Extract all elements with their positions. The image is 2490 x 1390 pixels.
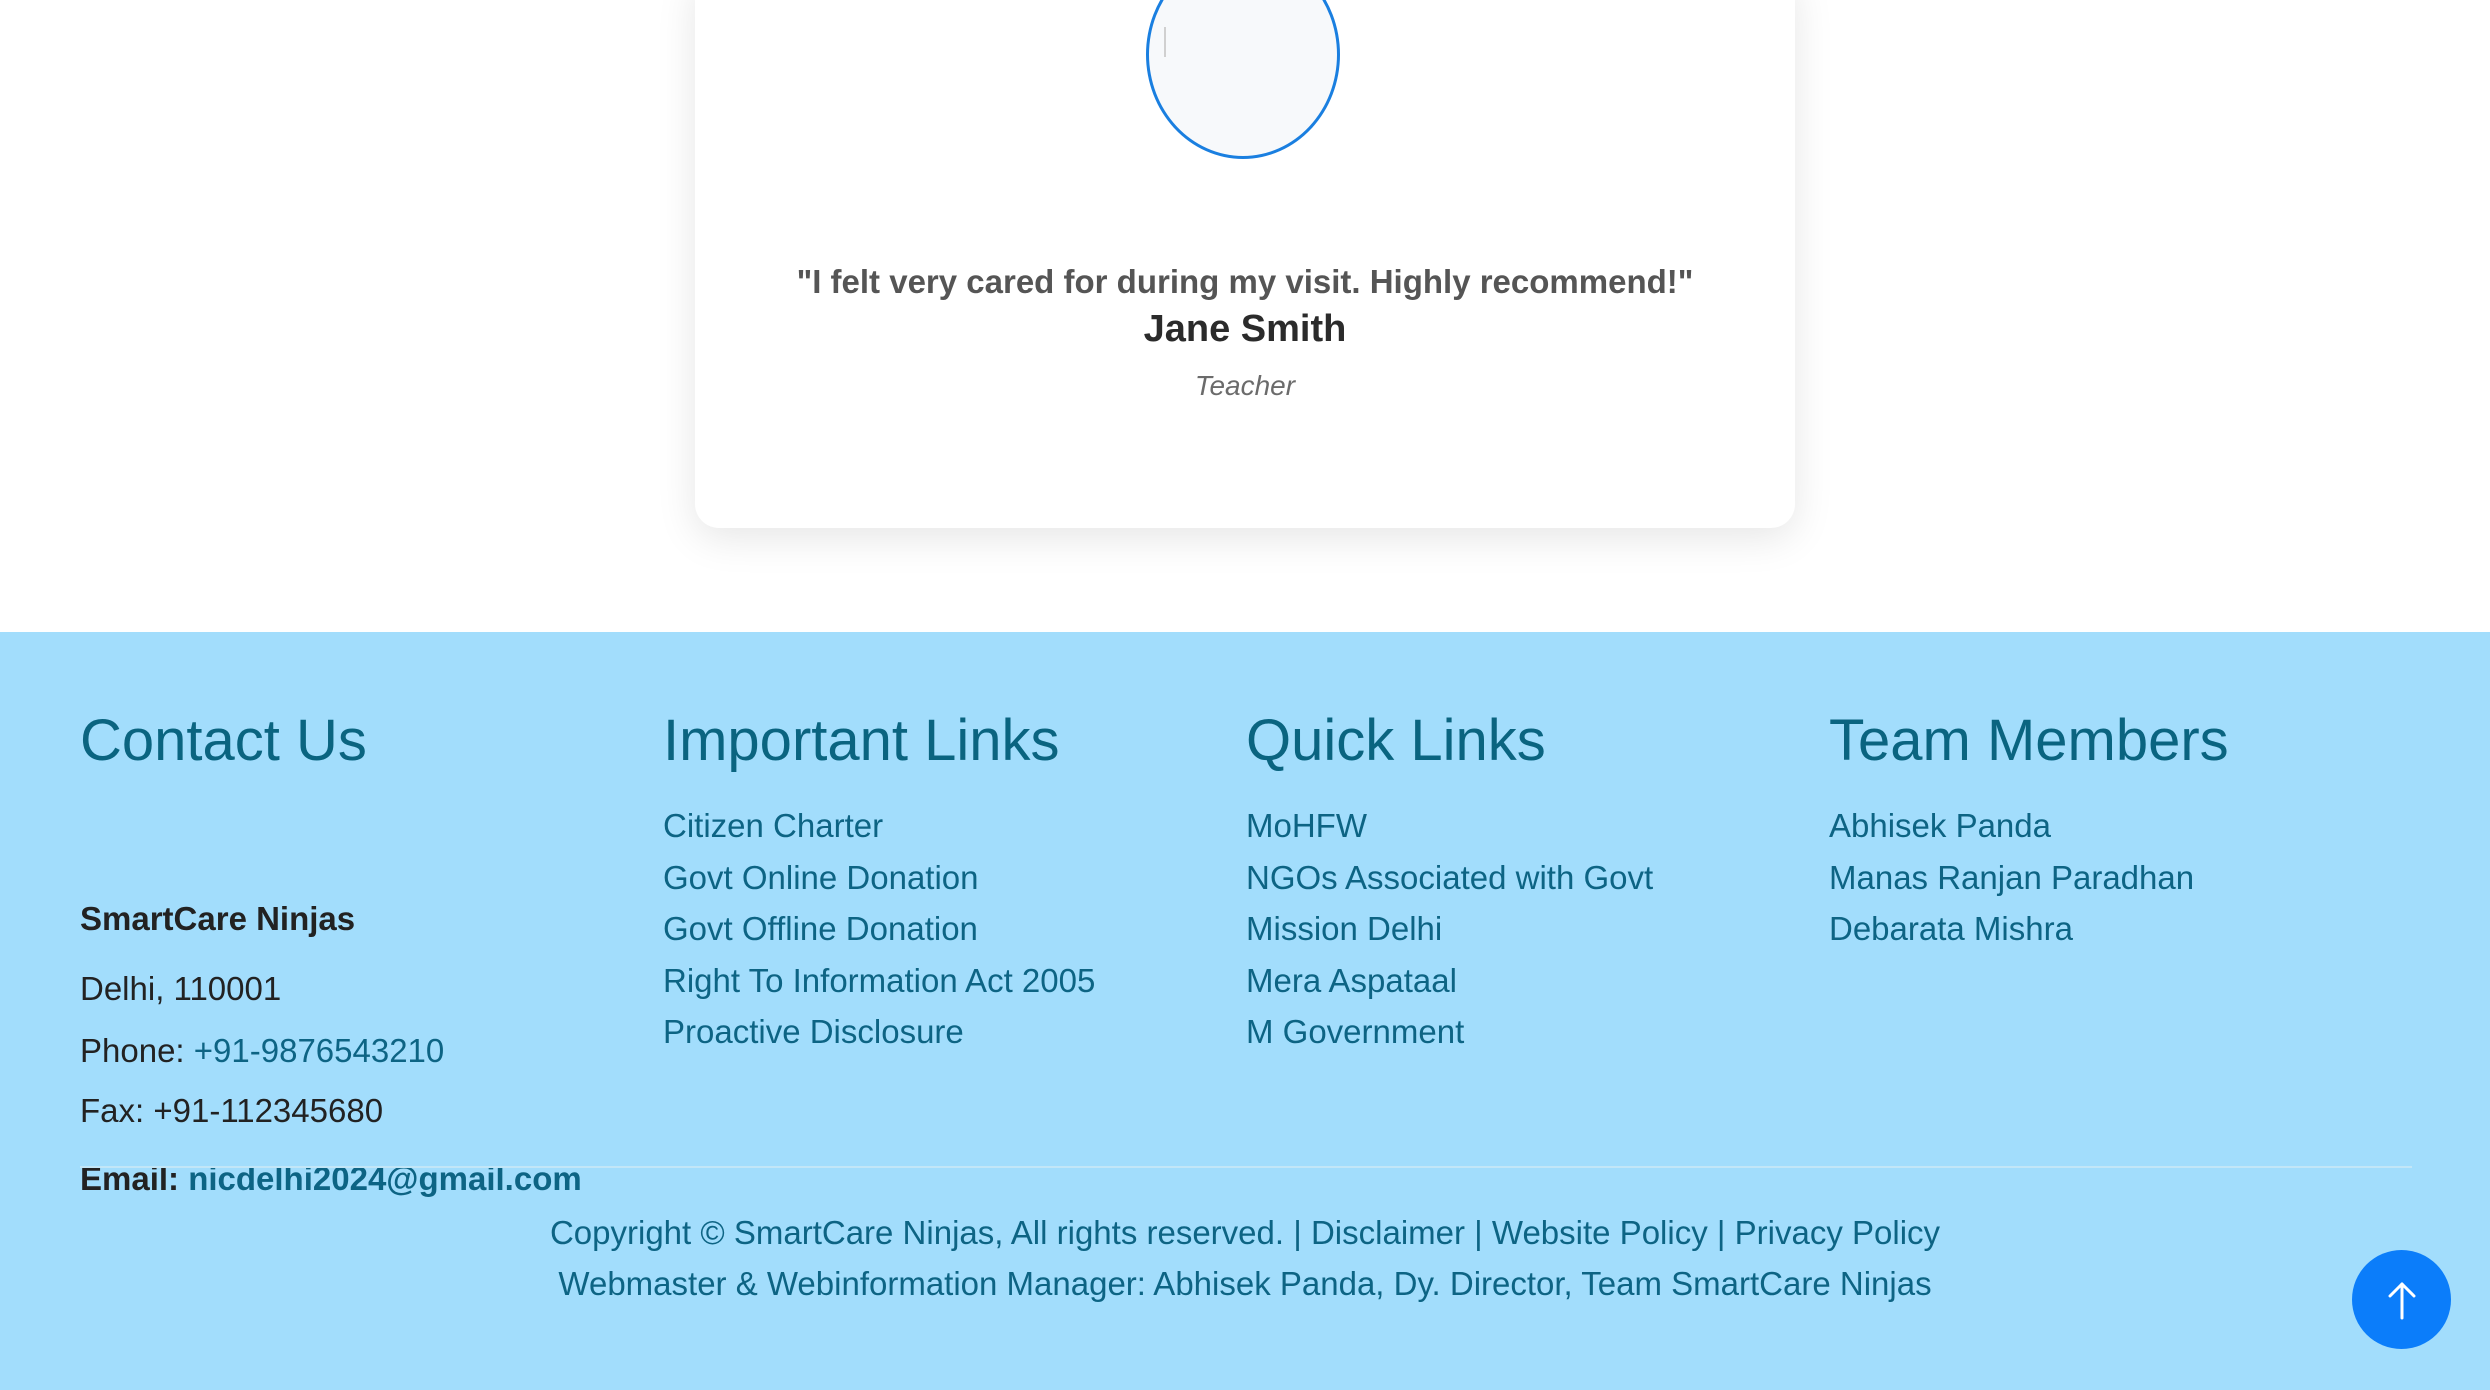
testimonial-author-role: Teacher: [1194, 370, 1296, 401]
team-member-debarata-mishra[interactable]: Debarata Mishra: [1829, 903, 2194, 955]
separator: |: [1284, 1214, 1311, 1251]
footer-team-column: Team Members Abhisek Panda Manas Ranjan …: [1829, 708, 2229, 948]
team-member-manas-ranjan-paradhan[interactable]: Manas Ranjan Paradhan: [1829, 852, 2194, 904]
footer-webmaster: Webmaster & Webinformation Manager: Abhi…: [558, 1265, 1932, 1302]
phone-link[interactable]: +91-9876543210: [194, 1032, 445, 1069]
disclaimer-link[interactable]: Disclaimer: [1311, 1214, 1465, 1251]
copyright-text: Copyright © SmartCare Ninjas, All rights…: [549, 1214, 1285, 1251]
website-policy-link[interactable]: Website Policy: [1492, 1214, 1708, 1251]
contact-fax: Fax: +91-112345680: [80, 1092, 384, 1129]
team-heading: Team Members: [1829, 708, 2229, 773]
important-link-govt-online-donation[interactable]: Govt Online Donation: [663, 852, 1095, 904]
separator: |: [1464, 1214, 1492, 1251]
privacy-policy-link[interactable]: Privacy Policy: [1735, 1214, 1940, 1251]
contact-heading: Contact Us: [80, 708, 367, 773]
testimonial-quote: "I felt very cared for during my visit. …: [796, 263, 1694, 300]
contact-address: Delhi, 110001: [80, 970, 282, 1007]
quick-links-heading: Quick Links: [1246, 708, 1546, 773]
important-link-citizen-charter[interactable]: Citizen Charter: [663, 800, 1095, 852]
contact-org-name: SmartCare Ninjas: [80, 900, 356, 937]
important-link-govt-offline-donation[interactable]: Govt Offline Donation: [663, 903, 1095, 955]
site-footer: Contact Us SmartCare Ninjas Delhi, 11000…: [0, 632, 2490, 1390]
testimonial-avatar: [1146, 0, 1340, 159]
footer-contact-column: Contact Us SmartCare Ninjas Delhi, 11000…: [80, 708, 582, 1198]
testimonial-section: "I felt very cared for during my visit. …: [0, 0, 2490, 632]
important-link-rti-act[interactable]: Right To Information Act 2005: [663, 955, 1095, 1007]
quick-links-list: MoHFW NGOs Associated with Govt Mission …: [1246, 800, 1653, 1058]
important-link-proactive-disclosure[interactable]: Proactive Disclosure: [663, 1006, 1095, 1058]
team-member-abhisek-panda[interactable]: Abhisek Panda: [1829, 800, 2194, 852]
testimonial-card: "I felt very cared for during my visit. …: [695, 0, 1795, 528]
footer-quick-links-column: Quick Links MoHFW NGOs Associated with G…: [1246, 708, 1653, 1051]
contact-phone: Phone: +91-9876543210: [80, 1032, 444, 1070]
scroll-to-top-button[interactable]: [2352, 1250, 2451, 1349]
quick-link-m-government[interactable]: M Government: [1246, 1006, 1653, 1058]
important-links-heading: Important Links: [663, 708, 1060, 773]
quick-link-mission-delhi[interactable]: Mission Delhi: [1246, 903, 1653, 955]
footer-divider: [80, 1166, 2412, 1168]
team-members-list: Abhisek Panda Manas Ranjan Paradhan Deba…: [1829, 800, 2194, 955]
quick-link-ngos[interactable]: NGOs Associated with Govt: [1246, 852, 1653, 904]
phone-label: Phone:: [80, 1032, 194, 1069]
footer-copyright: Copyright © SmartCare Ninjas, All rights…: [0, 1214, 2490, 1252]
quick-link-mohfw[interactable]: MoHFW: [1246, 800, 1653, 852]
quick-link-mera-aspataal[interactable]: Mera Aspataal: [1246, 955, 1653, 1007]
arrow-up-icon: [2388, 1282, 2415, 1319]
important-links-list: Citizen Charter Govt Online Donation Gov…: [663, 800, 1095, 1058]
footer-important-links-column: Important Links Citizen Charter Govt Onl…: [663, 708, 1095, 1051]
testimonial-author-name: Jane Smith: [1143, 308, 1347, 350]
separator: |: [1707, 1214, 1735, 1251]
